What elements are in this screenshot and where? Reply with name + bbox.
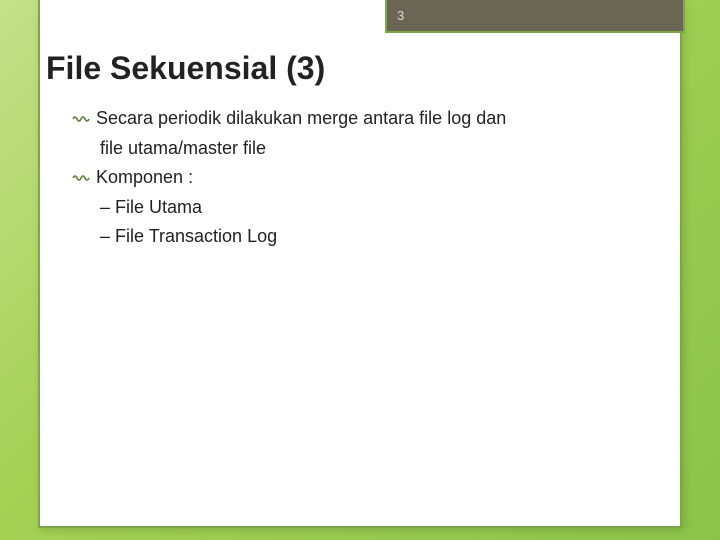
page-number: 3 (397, 8, 404, 23)
bullet-continuation: file utama/master file (72, 135, 650, 162)
scribble-icon (72, 106, 90, 133)
sub-item: – File Transaction Log (72, 223, 650, 250)
slide-content: Secara periodik dilakukan merge antara f… (72, 105, 650, 252)
bullet-text: Komponen : (96, 167, 193, 187)
bullet-item: Komponen : (72, 164, 650, 192)
slide-title: File Sekuensial (3) (46, 50, 325, 87)
bullet-text: Secara periodik dilakukan merge antara f… (96, 108, 506, 128)
bullet-item: Secara periodik dilakukan merge antara f… (72, 105, 650, 133)
sub-item: – File Utama (72, 194, 650, 221)
scribble-icon (72, 165, 90, 192)
slide-card: 3 File Sekuensial (3) Secara periodik di… (38, 0, 682, 528)
page-number-box: 3 (385, 0, 685, 33)
